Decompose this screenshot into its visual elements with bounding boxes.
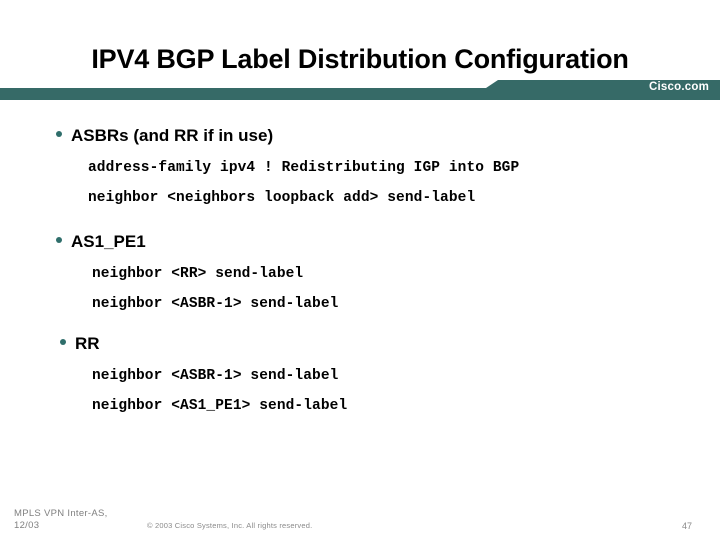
bullet-label: ASBRs (and RR if in use)	[71, 126, 274, 145]
code-line: address-family ipv4 ! Redistributing IGP…	[88, 160, 520, 176]
code-line: neighbor <RR> send-label	[92, 266, 304, 282]
code-line: neighbor <neighbors loopback add> send-l…	[88, 190, 476, 206]
bullet-item-as1-pe1: AS1_PE1	[0, 232, 720, 252]
bullet-dot-icon	[56, 131, 62, 137]
slide-canvas: IPV4 BGP Label Distribution Configuratio…	[0, 0, 720, 540]
footer-deck-title: MPLS VPN Inter-AS,	[14, 508, 108, 519]
banner-shape	[0, 80, 720, 100]
bullet-dot-icon	[60, 339, 66, 345]
code-line: neighbor <ASBR-1> send-label	[92, 296, 339, 312]
bullet-dot-icon	[56, 237, 62, 243]
footer-page-number: 47	[682, 521, 693, 531]
header-banner	[0, 78, 720, 102]
bullet-item-asbrs: ASBRs (and RR if in use)	[0, 126, 720, 146]
footer-deck-date: 12/03	[14, 520, 40, 531]
footer-deck-info: MPLS VPN Inter-AS, 12/03	[14, 508, 108, 532]
footer-copyright: © 2003 Cisco Systems, Inc. All rights re…	[147, 521, 313, 530]
section-asbrs: ASBRs (and RR if in use) address-family …	[0, 126, 720, 206]
bullet-label: RR	[75, 334, 100, 353]
bullet-item-rr: RR	[0, 334, 720, 354]
section-rr: RR neighbor <ASBR-1> send-label neighbor…	[0, 334, 720, 414]
cisco-brand-label: Cisco.com	[649, 81, 709, 93]
section-as1-pe1: AS1_PE1 neighbor <RR> send-label neighbo…	[0, 232, 720, 312]
page-title: IPV4 BGP Label Distribution Configuratio…	[91, 44, 629, 74]
slide-body: ASBRs (and RR if in use) address-family …	[0, 126, 720, 414]
code-line: neighbor <ASBR-1> send-label	[92, 368, 339, 384]
code-line: neighbor <AS1_PE1> send-label	[92, 398, 348, 414]
bullet-label: AS1_PE1	[71, 232, 146, 251]
